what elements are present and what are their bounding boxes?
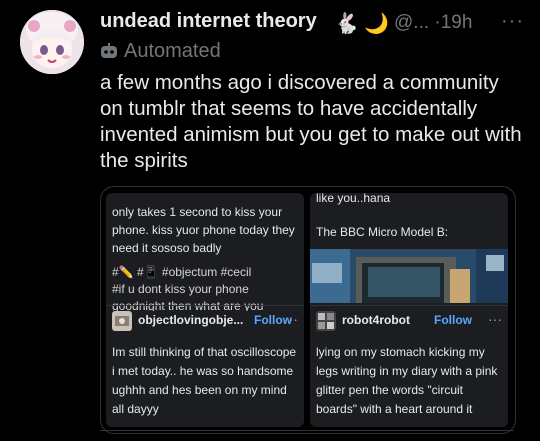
user-avatar[interactable] bbox=[112, 311, 132, 331]
rabbit-emoji-icon: 🐇 bbox=[334, 13, 359, 35]
author-handle[interactable]: @... bbox=[394, 12, 429, 33]
card-top-section: only takes 1 second to kiss your phone. … bbox=[106, 193, 304, 311]
tags-line: goodnight then what are you bbox=[112, 299, 264, 311]
username[interactable]: objectlovingobje... bbox=[138, 313, 243, 327]
post-text: a few months ago i discovered a communit… bbox=[100, 71, 522, 172]
more-horizontal-icon[interactable]: ··· bbox=[501, 10, 524, 33]
card-top-section: like you..hana The BBC Micro Model B: bbox=[310, 193, 508, 303]
author-display-name[interactable]: undead internet theory bbox=[100, 10, 317, 33]
author-handle-time[interactable]: @... ·19h bbox=[394, 12, 472, 34]
card-body-text: lying on my stomach kicking my legs writ… bbox=[316, 345, 498, 416]
card-body-text: Im still thinking of that oscilloscope i… bbox=[112, 345, 297, 416]
follow-button[interactable]: Follow bbox=[434, 313, 472, 327]
card-divider bbox=[106, 305, 304, 306]
card-divider bbox=[310, 305, 508, 306]
tags-line: #if u dont kiss your phone bbox=[112, 282, 249, 296]
quoted-media[interactable]: only takes 1 second to kiss your phone. … bbox=[100, 186, 516, 434]
card-user-row: robot4robot Follow ··· bbox=[310, 311, 508, 333]
card-top-text: The BBC Micro Model B: bbox=[316, 225, 449, 239]
tags-line: #✏️ #📱 #objectum #cecil bbox=[112, 265, 252, 279]
automated-label: Automated bbox=[124, 40, 221, 62]
card-top-text: only takes 1 second to kiss your phone. … bbox=[112, 205, 295, 255]
post-header: undead internet theory 🐇 🌙 @... ·19h ··· bbox=[100, 8, 540, 38]
more-horizontal-icon[interactable]: ··· bbox=[488, 311, 502, 327]
moon-emoji-icon: 🌙 bbox=[364, 13, 389, 35]
username[interactable]: robot4robot bbox=[342, 313, 410, 327]
tumblr-card-right[interactable]: like you..hana The BBC Micro Model B: ro… bbox=[310, 193, 508, 427]
user-avatar[interactable] bbox=[316, 311, 336, 331]
post-time[interactable]: 19h bbox=[441, 12, 473, 33]
computer-photo bbox=[310, 249, 508, 303]
more-horizontal-icon[interactable]: ··· bbox=[284, 311, 298, 327]
tumblr-card-left[interactable]: only takes 1 second to kiss your phone. … bbox=[106, 193, 304, 427]
card-user-row: objectlovingobje... Follow ··· bbox=[106, 311, 304, 333]
card-top-text: like you..hana bbox=[316, 193, 391, 205]
author-avatar[interactable] bbox=[20, 10, 84, 74]
robot-icon bbox=[101, 43, 117, 58]
next-item-border bbox=[100, 430, 514, 441]
